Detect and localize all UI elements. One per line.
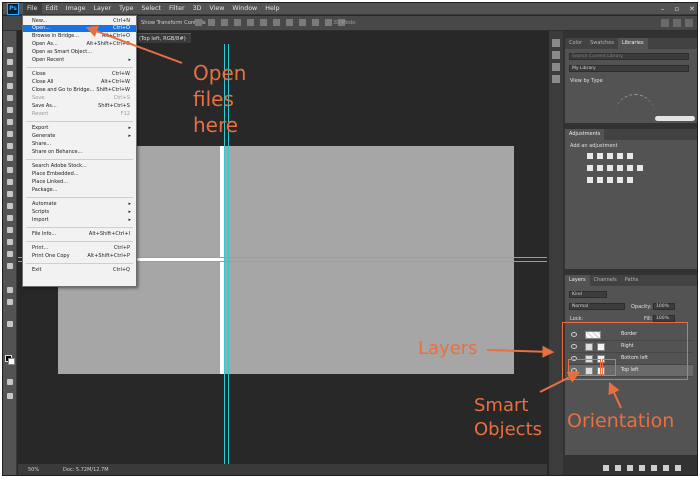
- annotation-arrows: [85, 25, 622, 409]
- layers-annotation: Layers: [418, 338, 478, 359]
- open-files-annotation: Open files here: [193, 61, 247, 137]
- open-arrow: [85, 25, 183, 64]
- orientation-highlight-box: [602, 359, 616, 376]
- smart-objects-highlight-box: [568, 359, 601, 376]
- layers-arrow: [486, 345, 555, 358]
- orientation-annotation: Orientation: [567, 410, 675, 432]
- orientation-arrow: [608, 381, 622, 409]
- smart-objects-annotation: Smart Objects: [474, 395, 543, 440]
